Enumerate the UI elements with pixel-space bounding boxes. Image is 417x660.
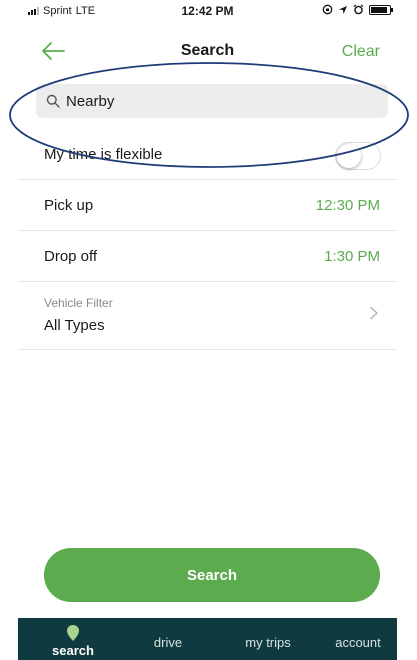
page-title: Search [180, 42, 235, 59]
tab-my-trips[interactable]: my trips [223, 618, 313, 660]
chevron-right-icon [370, 306, 378, 320]
battery-icon [369, 4, 393, 15]
flexible-time-label: My time is flexible [44, 146, 163, 163]
clear-button[interactable]: Clear [342, 43, 380, 61]
tab-drive[interactable]: drive [138, 618, 198, 660]
alarm-icon [353, 4, 364, 15]
tab-bar: search drive my trips account [18, 618, 397, 660]
location-icon [339, 5, 347, 14]
status-bar: Sprint LTE 12:42 PM [18, 0, 397, 22]
dropoff-row[interactable]: Drop off 1:30 PM [18, 231, 397, 282]
search-field[interactable] [36, 84, 388, 118]
flexible-time-row: My time is flexible [18, 132, 397, 180]
nav-bar: Search Clear [18, 30, 397, 74]
vehicle-filter-value: All Types [44, 317, 105, 334]
dropoff-time[interactable]: 1:30 PM [324, 248, 380, 265]
app-screen: Sprint LTE 12:42 PM Search Clear My time… [9, 0, 409, 660]
pickup-time[interactable]: 12:30 PM [316, 197, 380, 214]
vehicle-filter-row[interactable]: Vehicle Filter All Types [18, 282, 397, 350]
tab-search-label: search [52, 643, 94, 658]
search-icon [46, 94, 60, 108]
flexible-time-toggle[interactable] [335, 142, 381, 170]
tab-account-label: account [335, 635, 381, 650]
pickup-label: Pick up [44, 197, 94, 214]
location-pin-icon [67, 625, 79, 641]
vehicle-filter-label: Vehicle Filter [44, 296, 113, 310]
dropoff-label: Drop off [44, 248, 98, 265]
status-icons [322, 4, 393, 15]
tab-drive-label: drive [153, 635, 183, 650]
search-input[interactable] [60, 92, 366, 110]
tab-my-trips-label: my trips [245, 635, 291, 650]
tab-search[interactable]: search [38, 618, 108, 660]
search-button[interactable]: Search [44, 548, 380, 602]
tab-account[interactable]: account [318, 618, 398, 660]
toggle-knob [337, 144, 361, 168]
pickup-row[interactable]: Pick up 12:30 PM [18, 180, 397, 231]
lock-rotation-icon [322, 4, 333, 15]
